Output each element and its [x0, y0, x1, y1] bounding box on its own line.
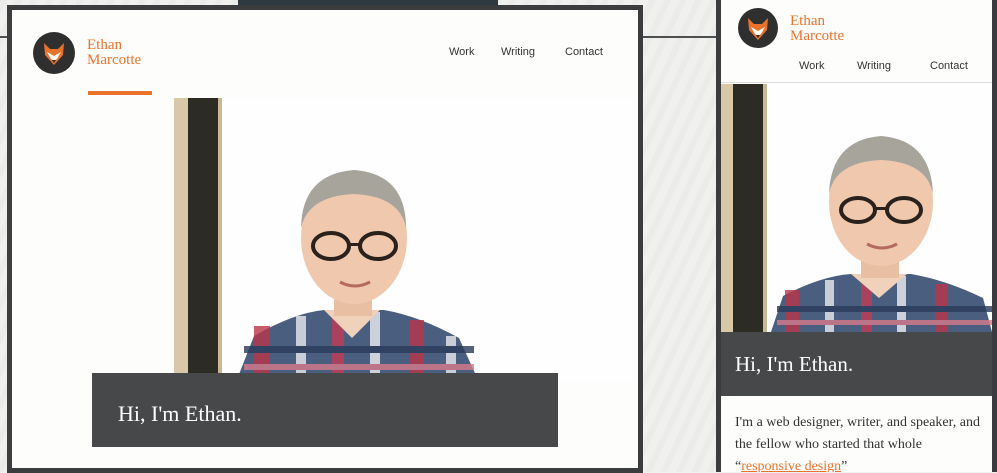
hero-banner: Hi, I'm Ethan.: [721, 332, 992, 396]
site-name[interactable]: Ethan Marcotte: [87, 38, 167, 68]
mobile-view-frame: Ethan Marcotte Work Writing Contact Hi, …: [716, 0, 997, 472]
hero-banner: Hi, I'm Ethan.: [92, 373, 558, 447]
portrait-photo: [721, 84, 992, 332]
hero-greeting: Hi, I'm Ethan.: [735, 352, 854, 376]
hero-greeting: Hi, I'm Ethan.: [118, 401, 242, 426]
intro-text-part2: ”: [841, 459, 848, 472]
nav-item-work[interactable]: Work: [449, 46, 474, 58]
site-name-line2: Marcotte: [87, 52, 142, 68]
desktop-view-frame: Ethan Marcotte Work Writing Contact Hi, …: [7, 5, 643, 473]
responsive-design-link[interactable]: responsive design: [741, 459, 841, 472]
fox-logo-icon[interactable]: [738, 8, 778, 48]
fox-logo-icon[interactable]: [33, 32, 75, 74]
nav-item-work[interactable]: Work: [799, 60, 824, 72]
site-name-line1: Ethan: [790, 13, 825, 29]
site-name-line1: Ethan: [87, 37, 122, 53]
intro-paragraph: I'm a web designer, writer, and speaker,…: [735, 412, 985, 472]
nav-item-contact[interactable]: Contact: [565, 46, 603, 58]
desktop-header: Ethan Marcotte Work Writing Contact: [12, 10, 638, 96]
portrait-photo: [174, 98, 638, 382]
active-section-underline: [88, 91, 152, 95]
nav-item-writing[interactable]: Writing: [501, 46, 535, 58]
site-name[interactable]: Ethan Marcotte: [790, 14, 844, 44]
site-name-line2: Marcotte: [790, 28, 845, 44]
header-divider: [721, 82, 992, 83]
nav-item-writing[interactable]: Writing: [857, 60, 891, 72]
nav-item-contact[interactable]: Contact: [930, 60, 968, 72]
